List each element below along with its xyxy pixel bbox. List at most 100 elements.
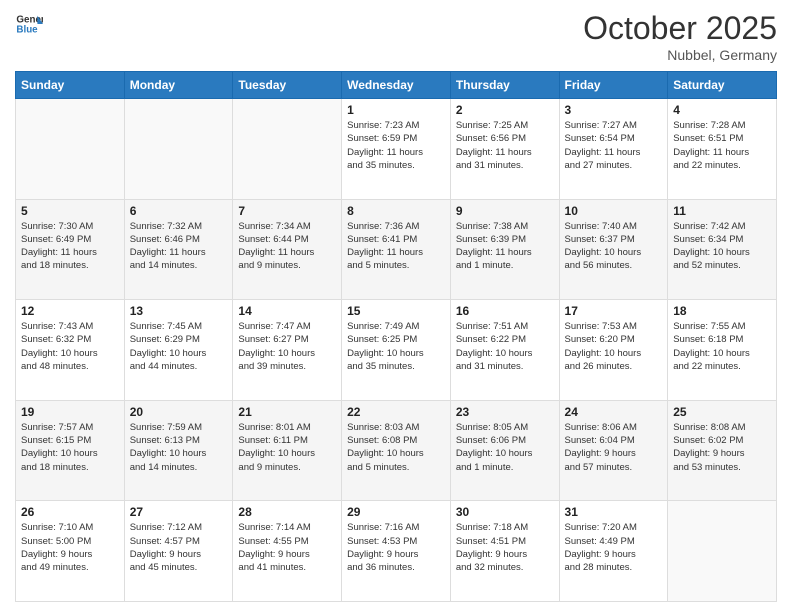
col-sunday: Sunday xyxy=(16,72,125,99)
day-number: 5 xyxy=(21,204,119,218)
day-number: 8 xyxy=(347,204,445,218)
table-row: 2 Sunrise: 7:25 AMSunset: 6:56 PMDaylight… xyxy=(450,99,559,200)
day-number: 23 xyxy=(456,405,554,419)
day-info: Sunrise: 8:08 AMSunset: 6:02 PMDaylight:… xyxy=(673,421,771,474)
day-info: Sunrise: 7:14 AMSunset: 4:55 PMDaylight:… xyxy=(238,521,336,574)
day-info: Sunrise: 8:03 AMSunset: 6:08 PMDaylight:… xyxy=(347,421,445,474)
table-row: 18 Sunrise: 7:55 AMSunset: 6:18 PMDayligh… xyxy=(668,300,777,401)
day-number: 16 xyxy=(456,304,554,318)
table-row: 20 Sunrise: 7:59 AMSunset: 6:13 PMDayligh… xyxy=(124,400,233,501)
day-number: 9 xyxy=(456,204,554,218)
table-row: 13 Sunrise: 7:45 AMSunset: 6:29 PMDayligh… xyxy=(124,300,233,401)
table-row: 9Sunrise: 7:38 AMSunset: 6:39 PMDaylight… xyxy=(450,199,559,300)
table-row: 3Sunrise: 7:27 AMSunset: 6:54 PMDaylight… xyxy=(559,99,668,200)
table-row: 28 Sunrise: 7:14 AMSunset: 4:55 PMDayligh… xyxy=(233,501,342,602)
table-row: 6 Sunrise: 7:32 AMSunset: 6:46 PMDaylight… xyxy=(124,199,233,300)
day-number: 29 xyxy=(347,505,445,519)
day-number: 21 xyxy=(238,405,336,419)
day-number: 11 xyxy=(673,204,771,218)
table-row: 14Sunrise: 7:47 AMSunset: 6:27 PMDayligh… xyxy=(233,300,342,401)
day-info: Sunrise: 7:23 AMSunset: 6:59 PMDaylight:… xyxy=(347,119,445,172)
month-title: October 2025 xyxy=(583,10,777,47)
table-row: 4 Sunrise: 7:28 AMSunset: 6:51 PMDaylight… xyxy=(668,99,777,200)
day-number: 15 xyxy=(347,304,445,318)
logo: General Blue xyxy=(15,10,43,38)
day-number: 26 xyxy=(21,505,119,519)
col-monday: Monday xyxy=(124,72,233,99)
title-section: October 2025 Nubbel, Germany xyxy=(583,10,777,63)
subtitle: Nubbel, Germany xyxy=(583,47,777,63)
day-info: Sunrise: 8:06 AMSunset: 6:04 PMDaylight:… xyxy=(565,421,663,474)
day-info: Sunrise: 7:18 AMSunset: 4:51 PMDaylight:… xyxy=(456,521,554,574)
day-number: 19 xyxy=(21,405,119,419)
day-number: 12 xyxy=(21,304,119,318)
day-number: 6 xyxy=(130,204,228,218)
table-row: 30 Sunrise: 7:18 AMSunset: 4:51 PMDayligh… xyxy=(450,501,559,602)
day-info: Sunrise: 7:36 AMSunset: 6:41 PMDaylight:… xyxy=(347,220,445,273)
day-info: Sunrise: 7:20 AMSunset: 4:49 PMDaylight:… xyxy=(565,521,663,574)
week-row-5: 26 Sunrise: 7:10 AMSunset: 5:00 PMDayligh… xyxy=(16,501,777,602)
table-row: 23Sunrise: 8:05 AMSunset: 6:06 PMDayligh… xyxy=(450,400,559,501)
table-row: 21 Sunrise: 8:01 AMSunset: 6:11 PMDayligh… xyxy=(233,400,342,501)
day-info: Sunrise: 7:57 AMSunset: 6:15 PMDaylight:… xyxy=(21,421,119,474)
day-info: Sunrise: 8:01 AMSunset: 6:11 PMDaylight:… xyxy=(238,421,336,474)
table-row: 26 Sunrise: 7:10 AMSunset: 5:00 PMDayligh… xyxy=(16,501,125,602)
table-row: 1 Sunrise: 7:23 AMSunset: 6:59 PMDaylight… xyxy=(342,99,451,200)
day-info: Sunrise: 7:49 AMSunset: 6:25 PMDaylight:… xyxy=(347,320,445,373)
day-info: Sunrise: 7:10 AMSunset: 5:00 PMDaylight:… xyxy=(21,521,119,574)
day-number: 10 xyxy=(565,204,663,218)
day-number: 25 xyxy=(673,405,771,419)
col-saturday: Saturday xyxy=(668,72,777,99)
table-row: 29 Sunrise: 7:16 AMSunset: 4:53 PMDayligh… xyxy=(342,501,451,602)
day-info: Sunrise: 7:51 AMSunset: 6:22 PMDaylight:… xyxy=(456,320,554,373)
day-info: Sunrise: 7:59 AMSunset: 6:13 PMDaylight:… xyxy=(130,421,228,474)
day-info: Sunrise: 7:30 AMSunset: 6:49 PMDaylight:… xyxy=(21,220,119,273)
day-number: 18 xyxy=(673,304,771,318)
day-number: 17 xyxy=(565,304,663,318)
day-info: Sunrise: 7:28 AMSunset: 6:51 PMDaylight:… xyxy=(673,119,771,172)
table-row: 11 Sunrise: 7:42 AMSunset: 6:34 PMDayligh… xyxy=(668,199,777,300)
header: General Blue October 2025 Nubbel, German… xyxy=(15,10,777,63)
week-row-4: 19 Sunrise: 7:57 AMSunset: 6:15 PMDayligh… xyxy=(16,400,777,501)
day-number: 4 xyxy=(673,103,771,117)
day-info: Sunrise: 7:42 AMSunset: 6:34 PMDaylight:… xyxy=(673,220,771,273)
day-info: Sunrise: 7:43 AMSunset: 6:32 PMDaylight:… xyxy=(21,320,119,373)
day-info: Sunrise: 7:16 AMSunset: 4:53 PMDaylight:… xyxy=(347,521,445,574)
day-number: 20 xyxy=(130,405,228,419)
day-number: 31 xyxy=(565,505,663,519)
table-row: 31 Sunrise: 7:20 AMSunset: 4:49 PMDayligh… xyxy=(559,501,668,602)
table-row: 27 Sunrise: 7:12 AMSunset: 4:57 PMDayligh… xyxy=(124,501,233,602)
day-info: Sunrise: 7:53 AMSunset: 6:20 PMDaylight:… xyxy=(565,320,663,373)
day-number: 2 xyxy=(456,103,554,117)
day-number: 28 xyxy=(238,505,336,519)
table-row: 15 Sunrise: 7:49 AMSunset: 6:25 PMDayligh… xyxy=(342,300,451,401)
day-info: Sunrise: 7:55 AMSunset: 6:18 PMDaylight:… xyxy=(673,320,771,373)
table-row xyxy=(124,99,233,200)
table-row: 22Sunrise: 8:03 AMSunset: 6:08 PMDayligh… xyxy=(342,400,451,501)
week-row-3: 12 Sunrise: 7:43 AMSunset: 6:32 PMDayligh… xyxy=(16,300,777,401)
day-info: Sunrise: 7:32 AMSunset: 6:46 PMDaylight:… xyxy=(130,220,228,273)
day-info: Sunrise: 7:40 AMSunset: 6:37 PMDaylight:… xyxy=(565,220,663,273)
day-number: 1 xyxy=(347,103,445,117)
table-row xyxy=(16,99,125,200)
table-row: 24Sunrise: 8:06 AMSunset: 6:04 PMDayligh… xyxy=(559,400,668,501)
day-number: 13 xyxy=(130,304,228,318)
table-row: 12 Sunrise: 7:43 AMSunset: 6:32 PMDayligh… xyxy=(16,300,125,401)
col-thursday: Thursday xyxy=(450,72,559,99)
table-row: 19 Sunrise: 7:57 AMSunset: 6:15 PMDayligh… xyxy=(16,400,125,501)
table-row xyxy=(668,501,777,602)
day-number: 30 xyxy=(456,505,554,519)
calendar: Sunday Monday Tuesday Wednesday Thursday… xyxy=(15,71,777,602)
day-info: Sunrise: 7:45 AMSunset: 6:29 PMDaylight:… xyxy=(130,320,228,373)
col-friday: Friday xyxy=(559,72,668,99)
page: General Blue October 2025 Nubbel, German… xyxy=(0,0,792,612)
day-number: 27 xyxy=(130,505,228,519)
day-info: Sunrise: 7:47 AMSunset: 6:27 PMDaylight:… xyxy=(238,320,336,373)
table-row: 7Sunrise: 7:34 AMSunset: 6:44 PMDaylight… xyxy=(233,199,342,300)
header-row: Sunday Monday Tuesday Wednesday Thursday… xyxy=(16,72,777,99)
col-tuesday: Tuesday xyxy=(233,72,342,99)
day-info: Sunrise: 7:12 AMSunset: 4:57 PMDaylight:… xyxy=(130,521,228,574)
col-wednesday: Wednesday xyxy=(342,72,451,99)
week-row-1: 1 Sunrise: 7:23 AMSunset: 6:59 PMDaylight… xyxy=(16,99,777,200)
day-info: Sunrise: 7:25 AMSunset: 6:56 PMDaylight:… xyxy=(456,119,554,172)
